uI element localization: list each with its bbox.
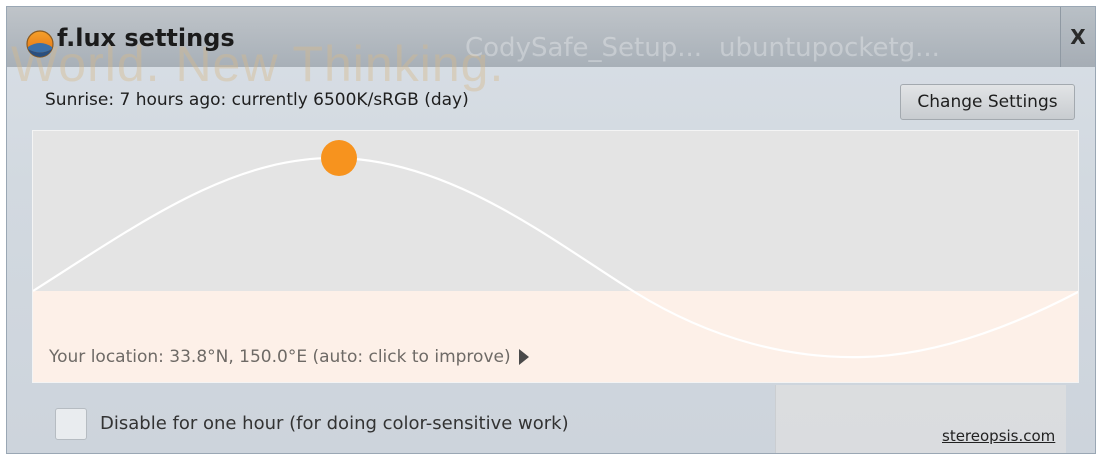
location-text: Your location: 33.8°N, 150.0°E (auto: cl… xyxy=(49,347,511,367)
stereopsis-link[interactable]: stereopsis.com xyxy=(942,427,1055,445)
sun-curve-graph xyxy=(33,131,1078,382)
day-night-graph: Your location: 33.8°N, 150.0°E (auto: cl… xyxy=(32,130,1079,383)
play-arrow-icon xyxy=(518,349,529,365)
disable-label: Disable for one hour (for doing color-se… xyxy=(100,413,569,434)
flux-settings-window: World. New Thinking. CodySafe_Setup... u… xyxy=(6,6,1096,454)
window-title: f.lux settings xyxy=(57,24,235,52)
sun-position-marker xyxy=(321,140,357,176)
flux-logo-icon xyxy=(25,29,55,59)
day-region xyxy=(33,131,1078,291)
close-icon: X xyxy=(1070,25,1086,49)
location-link[interactable]: Your location: 33.8°N, 150.0°E (auto: cl… xyxy=(49,347,529,367)
night-region xyxy=(33,291,1078,382)
change-settings-button[interactable]: Change Settings xyxy=(900,84,1075,120)
disable-checkbox[interactable] xyxy=(55,408,87,440)
close-button[interactable]: X xyxy=(1060,7,1095,67)
status-text: Sunrise: 7 hours ago: currently 6500K/sR… xyxy=(45,90,469,110)
